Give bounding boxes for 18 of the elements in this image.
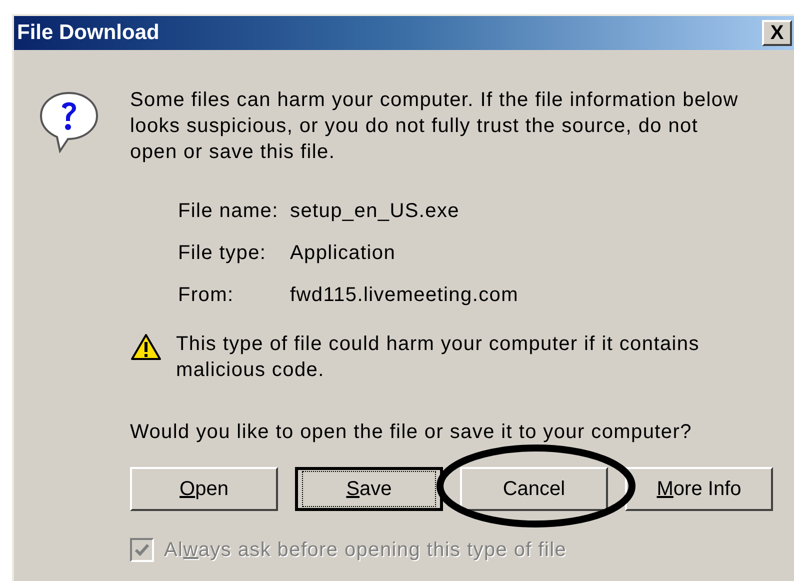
checkbox-label: Always ask before opening this type of file — [164, 538, 567, 563]
field-label: From: — [178, 283, 235, 308]
dialog-button[interactable]: Cancel — [460, 467, 608, 511]
field-value: fwd115.livemeeting.com — [290, 283, 518, 308]
checkmark-icon — [134, 543, 150, 557]
field-value: setup_en_US.exe — [290, 199, 460, 224]
field-value: Application — [290, 241, 396, 266]
warning-icon — [130, 333, 162, 361]
dialog-button[interactable]: More Info — [625, 467, 773, 511]
dialog-button[interactable]: Open — [130, 467, 278, 511]
close-button[interactable]: X — [762, 20, 792, 46]
field-label: File type: — [178, 241, 268, 266]
question-text: Would you like to open the file or save it to your computer? — [130, 420, 693, 445]
window-title: File Download — [17, 20, 160, 46]
dialog-button[interactable]: Save — [295, 467, 443, 511]
field-label: File name: — [178, 199, 280, 224]
message-text: Some files can harm your computer. If the file information below looks suspicious, or you do not fully trust the source, do not open or save this file. — [130, 88, 740, 165]
warning-text: This type of file could harm your computer if it contains malicious code. — [176, 332, 700, 383]
